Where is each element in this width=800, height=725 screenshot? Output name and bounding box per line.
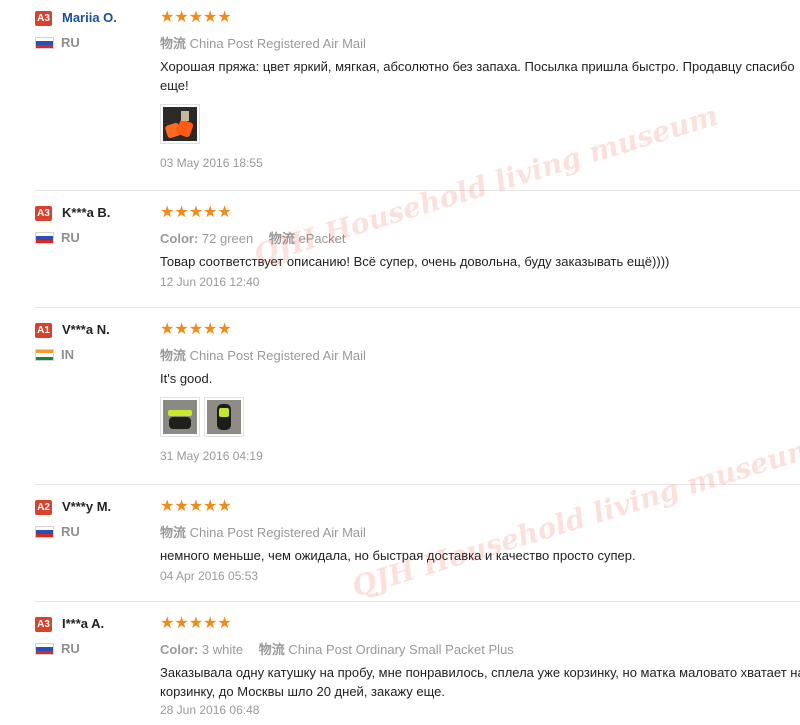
review-photos <box>160 397 800 439</box>
reviewer-name: V***y M. <box>62 499 112 514</box>
russia-flag-icon <box>35 643 54 655</box>
review-body: ★★★★★ 物流 China Post Registered Air Mail … <box>160 498 800 584</box>
shipping-label: 物流 <box>268 231 295 246</box>
review-text-line: It's good. <box>160 371 213 386</box>
reviewer-name: K***a B. <box>62 205 111 220</box>
review-item: A3 I***a A. RU ★★★★★ Color: 3 white 物流 C… <box>35 615 800 725</box>
review-photo-thumbnail[interactable] <box>204 397 244 437</box>
review-text-line: корзинку, до Москвы шло 20 дней, закажу … <box>160 684 446 699</box>
star-rating: ★★★★★ <box>160 321 800 339</box>
review-text: Заказывала одну катушку на пробу, мне по… <box>160 663 800 701</box>
review-text: Товар соответствует описанию! Всё супер,… <box>160 252 800 271</box>
buyer-level-badge: A1 <box>35 323 52 338</box>
shipping-method: ePacket <box>298 231 346 246</box>
review-body: ★★★★★ 物流 China Post Registered Air Mail … <box>160 321 800 463</box>
review-date: 03 May 2016 18:55 <box>160 156 263 170</box>
star-icon: ★★★★★ <box>160 498 232 515</box>
review-date: 12 Jun 2016 12:40 <box>160 275 260 289</box>
reviewer-country: IN <box>61 347 74 362</box>
review-item: A3 K***a B. RU ★★★★★ Color: 72 green 物流 … <box>35 204 800 308</box>
review-body: ★★★★★ Color: 72 green 物流 ePacket Товар с… <box>160 204 800 290</box>
star-rating: ★★★★★ <box>160 498 800 516</box>
russia-flag-icon <box>35 526 54 538</box>
shipping-method: China Post Registered Air Mail <box>189 36 366 51</box>
reviewer-name: V***a N. <box>62 322 110 337</box>
review-text-line: Заказывала одну катушку на пробу, мне по… <box>160 665 800 680</box>
india-flag-icon <box>35 349 54 361</box>
review-date: 28 Jun 2016 06:48 <box>160 703 260 717</box>
review-date: 31 May 2016 04:19 <box>160 449 263 463</box>
buyer-level-badge: A3 <box>35 617 52 632</box>
reviewer-country: RU <box>61 35 80 50</box>
review-item: A2 V***y M. RU ★★★★★ 物流 China Post Regis… <box>35 498 800 602</box>
reviewer-country: RU <box>61 641 80 656</box>
review-photo-thumbnail[interactable] <box>160 397 200 437</box>
reviewer-name-link[interactable]: Mariia O. <box>62 10 117 25</box>
review-text-line: Хорошая пряжа: цвет яркий, мягкая, абсол… <box>160 59 795 74</box>
buyer-level-badge: A2 <box>35 500 52 515</box>
review-photo-thumbnail[interactable] <box>160 104 200 144</box>
review-item: A3 Mariia O. RU ★★★★★ 物流 China Post Regi… <box>35 9 800 191</box>
color-value: 3 white <box>201 642 244 657</box>
star-icon: ★★★★★ <box>160 321 232 338</box>
shipping-label: 物流 <box>160 525 187 540</box>
review-text: немного меньше, чем ожидала, но быстрая … <box>160 546 800 565</box>
review-text-line: немного меньше, чем ожидала, но быстрая … <box>160 548 636 563</box>
color-label: Color: <box>160 231 199 246</box>
review-meta: 物流 China Post Registered Air Mail <box>160 345 800 363</box>
review-meta: Color: 72 green 物流 ePacket <box>160 228 800 246</box>
review-meta: 物流 China Post Registered Air Mail <box>160 522 800 540</box>
star-rating: ★★★★★ <box>160 204 800 222</box>
shipping-method: China Post Registered Air Mail <box>189 348 366 363</box>
review-text-line: еще! <box>160 78 189 93</box>
shipping-label: 物流 <box>160 36 187 51</box>
star-icon: ★★★★★ <box>160 9 232 26</box>
reviewer-country: RU <box>61 524 80 539</box>
star-rating: ★★★★★ <box>160 615 800 633</box>
reviewer-name: I***a A. <box>62 616 105 631</box>
shipping-method: China Post Registered Air Mail <box>189 525 366 540</box>
russia-flag-icon <box>35 37 54 49</box>
shipping-label: 物流 <box>160 348 187 363</box>
review-item: A1 V***a N. IN ★★★★★ 物流 China Post Regis… <box>35 321 800 485</box>
review-text-line: Товар соответствует описанию! Всё супер,… <box>160 254 670 269</box>
review-body: ★★★★★ 物流 China Post Registered Air Mail … <box>160 9 800 170</box>
star-icon: ★★★★★ <box>160 615 232 632</box>
shipping-label: 物流 <box>258 642 285 657</box>
reviewer-country: RU <box>61 230 80 245</box>
review-body: ★★★★★ Color: 3 white 物流 China Post Ordin… <box>160 615 800 718</box>
review-meta: Color: 3 white 物流 China Post Ordinary Sm… <box>160 639 800 657</box>
review-text: Хорошая пряжа: цвет яркий, мягкая, абсол… <box>160 57 800 95</box>
review-meta: 物流 China Post Registered Air Mail <box>160 33 800 51</box>
buyer-level-badge: A3 <box>35 11 52 26</box>
star-rating: ★★★★★ <box>160 9 800 27</box>
buyer-level-badge: A3 <box>35 206 52 221</box>
review-photos <box>160 104 800 146</box>
star-icon: ★★★★★ <box>160 204 232 221</box>
review-date: 04 Apr 2016 05:53 <box>160 569 259 583</box>
color-label: Color: <box>160 642 199 657</box>
shipping-method: China Post Ordinary Small Packet Plus <box>288 642 514 657</box>
color-value: 72 green <box>201 231 254 246</box>
review-text: It's good. <box>160 369 800 388</box>
russia-flag-icon <box>35 232 54 244</box>
